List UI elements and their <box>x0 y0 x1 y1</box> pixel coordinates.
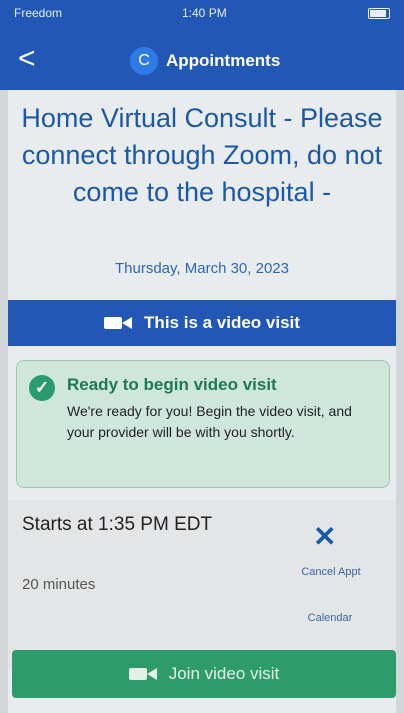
checkmark-icon: ✓ <box>29 375 55 401</box>
duration: 20 minutes <box>22 576 96 593</box>
carrier-label: Freedom <box>14 6 63 20</box>
ready-message: We're ready for you! Begin the video vis… <box>67 403 352 440</box>
header-title-group: C Appointments <box>130 46 280 76</box>
video-camera-icon <box>104 315 134 331</box>
ready-notice: ✓ Ready to begin video visit We're ready… <box>16 360 390 488</box>
join-button-label: Join video visit <box>168 664 280 683</box>
appointment-details: Starts at 1:35 PM EDT 20 minutes ✕ Cance… <box>8 500 396 670</box>
clock: 1:40 PM <box>182 6 227 20</box>
add-to-calendar-button[interactable]: Calendar <box>290 612 370 624</box>
battery-icon <box>368 8 390 19</box>
video-camera-icon <box>128 666 159 682</box>
close-icon[interactable]: ✕ <box>313 520 336 553</box>
video-visit-banner: This is a video visit <box>8 300 396 346</box>
ready-title: Ready to begin video visit <box>67 375 277 394</box>
appointment-date: Thursday, March 30, 2023 <box>115 260 289 277</box>
video-visit-banner-label: This is a video visit <box>144 313 300 332</box>
back-button[interactable]: < <box>18 44 36 74</box>
appointment-title: Home Virtual Consult - Please connect th… <box>21 103 383 207</box>
app-avatar: C <box>130 47 158 75</box>
status-bar: Freedom 1:40 PM <box>0 0 404 24</box>
cancel-appointment-button[interactable]: Cancel Appt <box>288 566 374 578</box>
page-title: Appointments <box>166 51 281 70</box>
start-time: Starts at 1:35 PM EDT <box>22 514 213 535</box>
header-bar: Freedom 1:40 PM < C Appointments <box>0 0 404 90</box>
join-video-visit-button[interactable]: Join video visit <box>12 650 396 698</box>
